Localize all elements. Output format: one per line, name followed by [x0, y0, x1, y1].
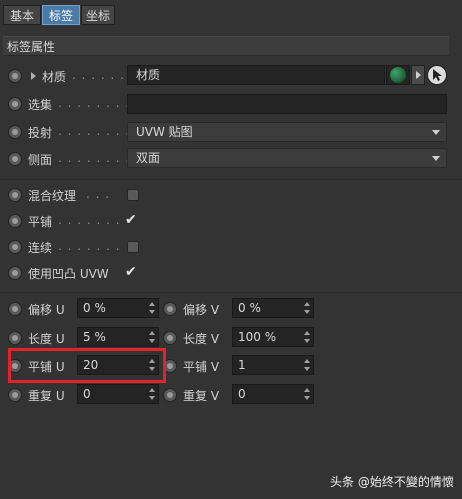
- side-label: 侧面: [28, 153, 53, 167]
- animate-radio-use-bump-uvw[interactable]: [8, 266, 22, 280]
- spinner-arrows-icon[interactable]: [304, 359, 310, 371]
- mix-textures-dots: . . .: [86, 187, 111, 201]
- use-bump-uvw-checkbox-checked[interactable]: ✔: [125, 265, 137, 279]
- projection-dropdown[interactable]: UVW 贴图: [127, 122, 447, 142]
- divider: [0, 179, 462, 180]
- seamless-label: 连续: [28, 241, 53, 255]
- animate-radio-selection[interactable]: [8, 97, 22, 111]
- side-dropdown[interactable]: 双面: [127, 148, 447, 168]
- repeat-u-value: 0: [83, 387, 91, 401]
- offset-v-label: 偏移 V: [183, 303, 220, 317]
- pick-object-button[interactable]: [427, 65, 447, 85]
- material-label: 材质: [42, 70, 67, 84]
- length-v-value: 100 %: [238, 330, 277, 344]
- repeat-v-value: 0: [238, 387, 246, 401]
- selection-field[interactable]: [127, 94, 447, 114]
- offset-u-label: 偏移 U: [28, 303, 65, 317]
- tiles-v-input[interactable]: 1: [232, 355, 314, 375]
- selection-dots: . . . . . . . .: [58, 96, 131, 110]
- chevron-right-icon: [416, 71, 421, 79]
- spinner-arrows-icon[interactable]: [149, 302, 155, 314]
- animate-radio-seamless[interactable]: [8, 240, 22, 254]
- tiles-v-label: 平铺 V: [183, 360, 220, 374]
- animate-radio-offset-v[interactable]: [163, 302, 177, 316]
- animate-radio-projection[interactable]: [8, 125, 22, 139]
- use-bump-uvw-label: 使用凹凸 UVW: [28, 267, 109, 281]
- animate-radio-repeat-u[interactable]: [8, 388, 22, 402]
- animate-radio-tile[interactable]: [8, 214, 22, 228]
- animate-radio-length-v[interactable]: [163, 331, 177, 345]
- length-v-input[interactable]: 100 %: [232, 327, 314, 347]
- spinner-arrows-icon[interactable]: [304, 388, 310, 400]
- length-u-value: 5 %: [83, 330, 106, 344]
- animate-radio-mix-textures[interactable]: [8, 188, 22, 202]
- tiles-v-value: 1: [238, 358, 246, 372]
- offset-v-value: 0 %: [238, 301, 261, 315]
- animate-radio-repeat-v[interactable]: [163, 388, 177, 402]
- tile-dots: . . . . . . .: [58, 213, 121, 227]
- cursor-arrow-icon: [433, 69, 442, 81]
- side-value: 双面: [136, 151, 161, 165]
- side-dots: . . . . . . . .: [58, 151, 131, 165]
- expand-arrow-icon[interactable]: [31, 72, 36, 80]
- divider: [0, 292, 462, 293]
- length-u-label: 长度 U: [28, 332, 65, 346]
- repeat-v-label: 重复 V: [183, 389, 220, 403]
- seamless-dots: . . . . . . .: [58, 239, 121, 253]
- repeat-u-label: 重复 U: [28, 389, 65, 403]
- animate-radio-length-u[interactable]: [8, 331, 22, 345]
- tab-basic[interactable]: 基本: [3, 5, 41, 25]
- spinner-arrows-icon[interactable]: [304, 331, 310, 343]
- material-menu-button[interactable]: [411, 65, 425, 85]
- length-v-label: 长度 V: [183, 332, 220, 346]
- material-swatch[interactable]: [386, 65, 410, 85]
- tab-coordinates[interactable]: 坐标: [81, 5, 115, 25]
- repeat-u-input[interactable]: 0: [77, 384, 159, 404]
- spinner-arrows-icon[interactable]: [304, 302, 310, 314]
- seamless-checkbox[interactable]: [127, 241, 139, 253]
- highlight-box: [8, 348, 166, 383]
- offset-u-input[interactable]: 0 %: [77, 298, 159, 318]
- repeat-v-input[interactable]: 0: [232, 384, 314, 404]
- projection-label: 投射: [28, 126, 53, 140]
- mix-textures-checkbox[interactable]: [127, 189, 139, 201]
- selection-label: 选集: [28, 98, 53, 112]
- animate-radio-side[interactable]: [8, 152, 22, 166]
- chevron-down-icon: [432, 130, 440, 135]
- spinner-arrows-icon[interactable]: [149, 331, 155, 343]
- chevron-down-icon: [432, 156, 440, 161]
- material-field[interactable]: 材质: [127, 65, 385, 85]
- tile-label: 平铺: [28, 215, 53, 229]
- material-dots: . . . . . . .: [72, 68, 135, 82]
- section-title: 标签属性: [3, 36, 449, 56]
- spinner-arrows-icon[interactable]: [149, 388, 155, 400]
- projection-dots: . . . . . . . .: [58, 124, 131, 138]
- projection-value: UVW 贴图: [136, 125, 193, 139]
- mix-textures-label: 混合纹理: [28, 189, 77, 203]
- animate-radio-offset-u[interactable]: [8, 302, 22, 316]
- animate-radio-material[interactable]: [8, 69, 22, 83]
- length-u-input[interactable]: 5 %: [77, 327, 159, 347]
- tab-tag[interactable]: 标签: [42, 5, 80, 25]
- tile-checkbox-checked[interactable]: ✔: [125, 213, 137, 227]
- offset-u-value: 0 %: [83, 301, 106, 315]
- offset-v-input[interactable]: 0 %: [232, 298, 314, 318]
- watermark: 头条 @始终不變的情懷: [330, 475, 454, 489]
- material-sphere-icon: [390, 67, 406, 83]
